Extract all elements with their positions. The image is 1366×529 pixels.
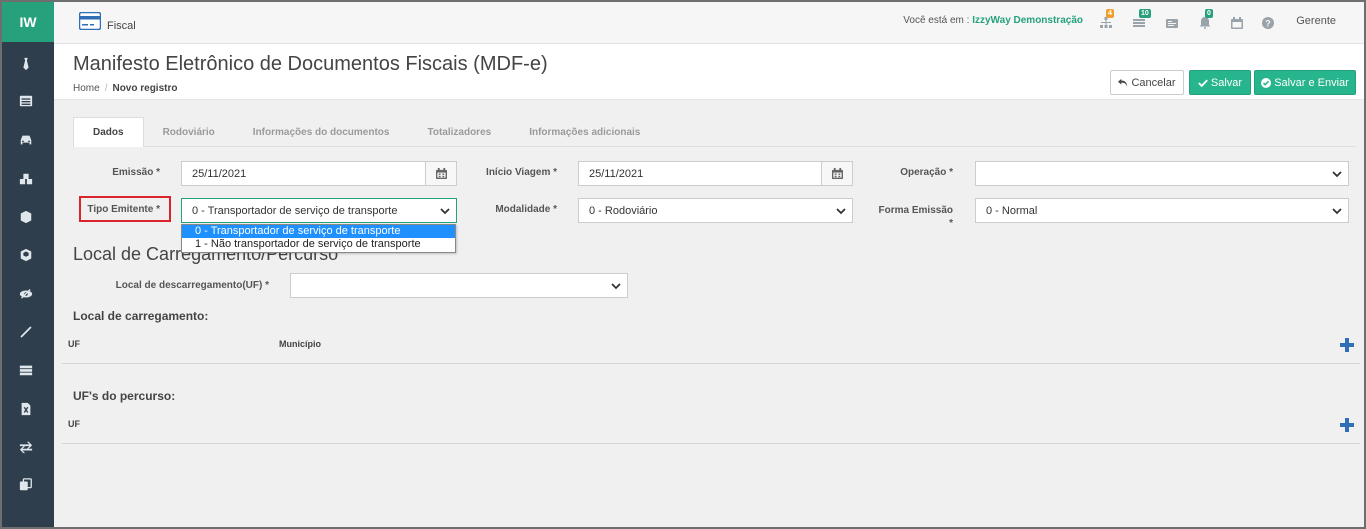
breadcrumb-home[interactable]: Home bbox=[73, 83, 100, 94]
table-icon[interactable] bbox=[18, 362, 34, 378]
add-percurso-button[interactable] bbox=[1339, 417, 1355, 433]
bell-icon[interactable]: 0 bbox=[1199, 9, 1213, 29]
forma-emissao-label: Forma Emissão * bbox=[866, 204, 953, 230]
percurso-title: UF's do percurso: bbox=[73, 389, 176, 403]
chevron-down-icon bbox=[440, 206, 450, 216]
save-button[interactable]: Salvar bbox=[1189, 70, 1251, 95]
dropdown-option[interactable]: 1 - Não transportador de serviço de tran… bbox=[182, 238, 455, 251]
cancel-button[interactable]: Cancelar bbox=[1110, 70, 1184, 95]
tie-icon[interactable] bbox=[18, 56, 34, 72]
calendar-icon[interactable] bbox=[425, 162, 456, 185]
breadcrumb-separator: / bbox=[104, 83, 108, 94]
forma-emissao-required: * bbox=[949, 218, 953, 229]
descarregamento-select[interactable] bbox=[290, 273, 628, 298]
car-icon[interactable] bbox=[18, 132, 34, 148]
save-button-label: Salvar bbox=[1210, 76, 1243, 89]
emissao-date-input[interactable]: 25/11/2021 bbox=[181, 161, 457, 186]
undo-icon bbox=[1118, 78, 1128, 87]
modalidade-select[interactable]: 0 - Rodoviário bbox=[578, 198, 853, 223]
modalidade-label: Modalidade * bbox=[495, 204, 557, 215]
environment-label: Você está em : IzzyWay Demonstração bbox=[903, 15, 1083, 26]
tipo-emitente-value: 0 - Transportador de serviço de transpor… bbox=[192, 204, 398, 217]
sidebar: IW bbox=[2, 2, 54, 527]
chevron-down-icon bbox=[611, 281, 621, 291]
wand-icon[interactable] bbox=[18, 324, 34, 340]
exchange-icon[interactable] bbox=[18, 439, 34, 455]
operacao-select[interactable] bbox=[975, 161, 1349, 186]
tab-informacoes-adicionais[interactable]: Informações adicionais bbox=[510, 117, 659, 147]
cubes-icon[interactable] bbox=[18, 247, 34, 263]
modalidade-value: 0 - Rodoviário bbox=[589, 204, 658, 217]
tipo-emitente-select[interactable]: 0 - Transportador de serviço de transpor… bbox=[181, 198, 457, 223]
notification-badge: 10 bbox=[1139, 9, 1151, 18]
forma-emissao-label-text: Forma Emissão bbox=[878, 205, 953, 216]
id-card-icon[interactable] bbox=[1166, 16, 1178, 28]
cancel-button-label: Cancelar bbox=[1131, 76, 1176, 89]
inicio-viagem-date-input[interactable]: 25/11/2021 bbox=[578, 161, 853, 186]
inicio-viagem-label: Início Viagem * bbox=[486, 167, 557, 178]
tab-totalizadores[interactable]: Totalizadores bbox=[408, 117, 510, 147]
tipo-emitente-label: Tipo Emitente * bbox=[87, 204, 160, 215]
forma-emissao-select[interactable]: 0 - Normal bbox=[975, 198, 1349, 223]
emissao-value: 25/11/2021 bbox=[192, 167, 247, 180]
breadcrumb: Home / Novo registro bbox=[73, 83, 177, 94]
check-circle-icon bbox=[1261, 77, 1272, 88]
cube-icon[interactable] bbox=[18, 209, 34, 225]
check-icon bbox=[1198, 78, 1208, 87]
calendar-icon[interactable] bbox=[821, 162, 852, 185]
calendar-icon[interactable] bbox=[1231, 16, 1243, 29]
plus-icon bbox=[1340, 418, 1354, 432]
app-logo[interactable]: IW bbox=[2, 2, 54, 42]
environment-prefix: Você está em : bbox=[903, 15, 970, 26]
tab-bar: Dados Rodoviário Informações do document… bbox=[73, 117, 659, 147]
divider bbox=[62, 443, 1360, 444]
page-header: Manifesto Eletrônico de Documentos Fisca… bbox=[54, 44, 1364, 100]
tab-rodoviario[interactable]: Rodoviário bbox=[144, 117, 234, 147]
main-content: Dados Rodoviário Informações do document… bbox=[54, 101, 1364, 527]
svg-text:?: ? bbox=[1265, 19, 1271, 29]
grid-icon[interactable]: 10 bbox=[1133, 9, 1151, 28]
column-header-uf: UF bbox=[68, 339, 80, 349]
notification-badge: 0 bbox=[1205, 9, 1213, 18]
tab-informacoes-documentos[interactable]: Informações do documentos bbox=[234, 117, 409, 147]
sitemap-icon[interactable]: 4 bbox=[1100, 9, 1114, 28]
tipo-emitente-dropdown: 0 - Transportador de serviço de transpor… bbox=[181, 224, 456, 253]
boxes-icon[interactable] bbox=[18, 171, 34, 187]
page-title: Manifesto Eletrônico de Documentos Fisca… bbox=[73, 53, 548, 75]
credit-card-icon bbox=[78, 11, 102, 31]
topbar: Fiscal Você está em : IzzyWay Demonstraç… bbox=[54, 2, 1364, 44]
file-excel-icon[interactable] bbox=[18, 401, 34, 417]
plus-icon bbox=[1340, 338, 1354, 352]
add-carregamento-button[interactable] bbox=[1339, 337, 1355, 353]
inicio-viagem-value: 25/11/2021 bbox=[589, 167, 644, 180]
help-icon[interactable]: ? bbox=[1262, 16, 1274, 29]
module-name[interactable]: Fiscal bbox=[107, 20, 136, 32]
chevron-down-icon bbox=[1332, 169, 1342, 179]
dropdown-option[interactable]: 0 - Transportador de serviço de transpor… bbox=[182, 225, 455, 238]
list-icon[interactable] bbox=[18, 93, 34, 109]
operacao-label: Operação * bbox=[900, 167, 953, 178]
forma-emissao-value: 0 - Normal bbox=[986, 204, 1038, 217]
chevron-down-icon bbox=[836, 206, 846, 216]
environment-name[interactable]: IzzyWay Demonstração bbox=[972, 15, 1083, 26]
column-header-municipio: Município bbox=[279, 339, 321, 349]
user-menu[interactable]: Gerente bbox=[1296, 15, 1336, 27]
tab-dados[interactable]: Dados bbox=[73, 117, 144, 147]
save-and-send-button[interactable]: Salvar e Enviar bbox=[1254, 70, 1356, 95]
column-header-uf: UF bbox=[68, 419, 80, 429]
app-window: IW Fiscal Você está em : IzzyWay Demonst… bbox=[0, 0, 1366, 529]
descarregamento-label: Local de descarregamento(UF) * bbox=[115, 280, 269, 291]
copy-icon[interactable] bbox=[18, 477, 34, 493]
breadcrumb-current: Novo registro bbox=[112, 83, 178, 94]
save-and-send-label: Salvar e Enviar bbox=[1274, 76, 1349, 89]
divider bbox=[62, 363, 1360, 364]
chevron-down-icon bbox=[1332, 206, 1342, 216]
eye-slash-icon[interactable] bbox=[18, 286, 34, 302]
carregamento-title: Local de carregamento: bbox=[73, 309, 209, 323]
emissao-label: Emissão * bbox=[112, 167, 160, 178]
notification-badge: 4 bbox=[1106, 9, 1114, 18]
